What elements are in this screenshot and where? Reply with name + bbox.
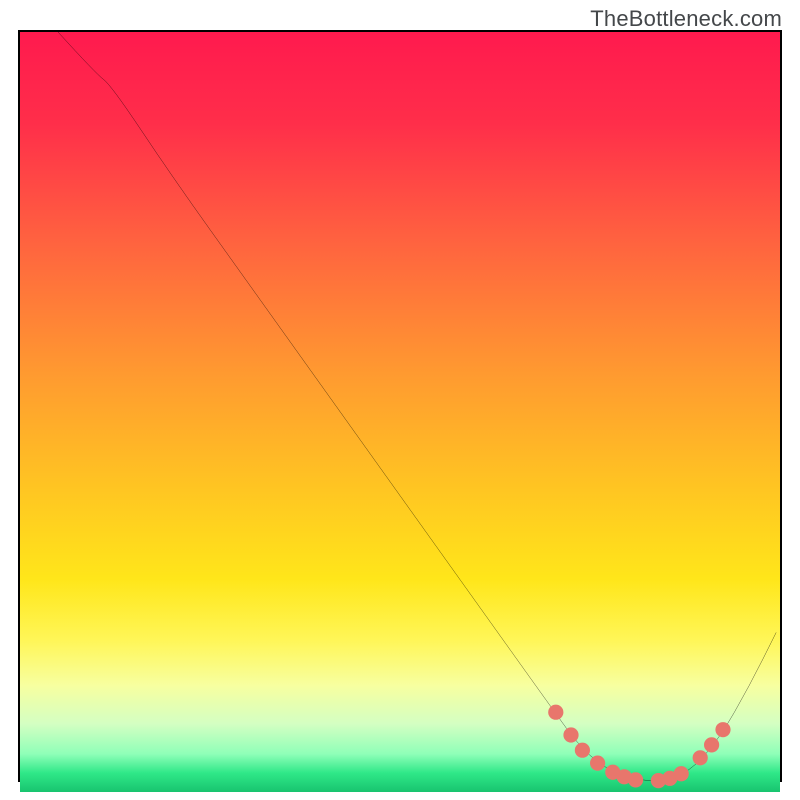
plot-frame [18,30,782,782]
watermark-text: TheBottleneck.com [590,6,782,32]
background-gradient [20,32,780,792]
plot-inner [20,32,780,780]
